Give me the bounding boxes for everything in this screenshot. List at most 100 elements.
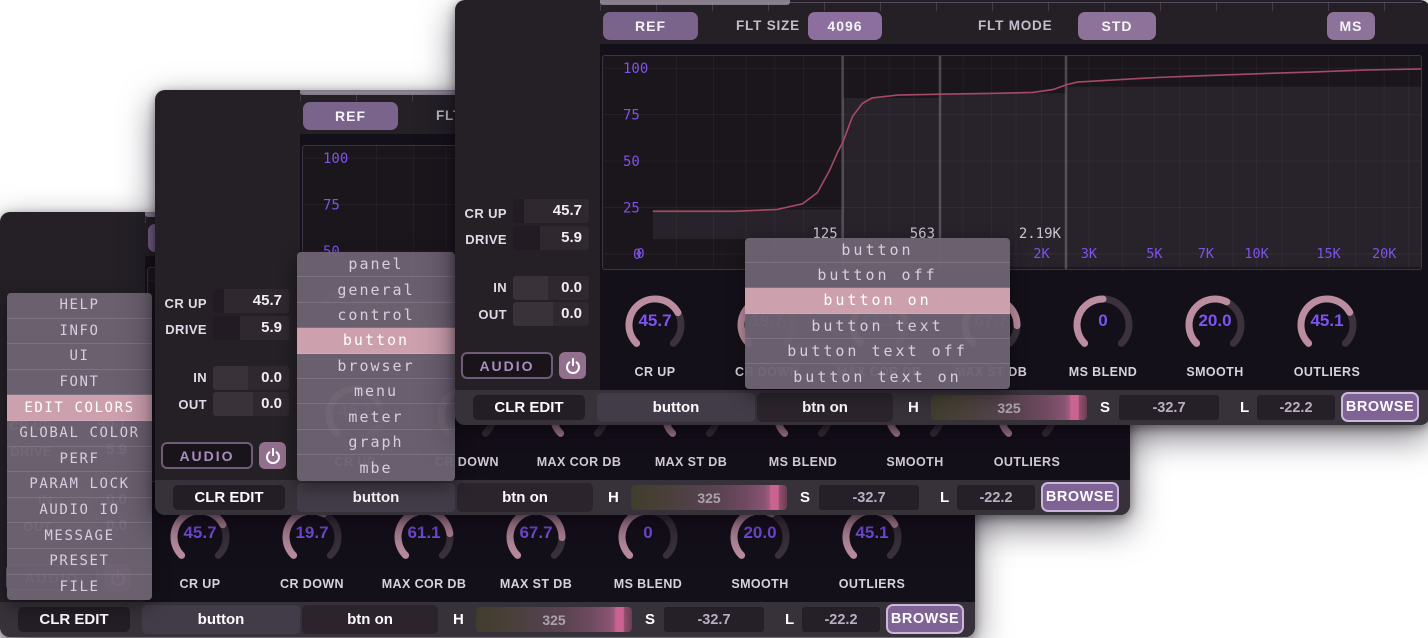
menu-item-edit-colors[interactable]: EDIT COLORS xyxy=(7,395,152,421)
browse-button[interactable]: BROWSE xyxy=(1041,482,1119,512)
menu-item-label: MESSAGE xyxy=(44,528,114,544)
menu-item-help[interactable]: HELP xyxy=(7,293,152,319)
menu-item-button-off[interactable]: button off xyxy=(745,263,1010,288)
lightness-value[interactable]: -22.2 xyxy=(802,607,880,632)
power-button[interactable] xyxy=(559,352,586,379)
knob-label: MS BLEND xyxy=(586,577,710,591)
knob-smooth[interactable]: 20.0SMOOTH xyxy=(1163,285,1267,385)
target-item-dropdown[interactable]: btn on xyxy=(457,483,593,512)
y-axis-tick: 75 xyxy=(623,108,640,124)
knob-value: 19.7 xyxy=(260,523,364,543)
power-button[interactable] xyxy=(259,442,286,469)
hue-label: H xyxy=(608,489,619,506)
menu-item-perf[interactable]: PERF xyxy=(7,447,152,473)
menu-item-control[interactable]: control xyxy=(297,303,455,328)
menu-item-label: general xyxy=(337,281,414,299)
hue-slider[interactable]: 325 xyxy=(931,395,1087,420)
ms-button[interactable]: MS xyxy=(1327,12,1375,40)
hue-slider[interactable]: 325 xyxy=(476,607,632,632)
menu-item-global-color[interactable]: GLOBAL COLOR xyxy=(7,421,152,447)
sidebar-field-value[interactable]: 0.0 xyxy=(513,302,589,326)
target-item-dropdown[interactable]: btn on xyxy=(757,393,893,422)
knob-value: 45.1 xyxy=(820,523,924,543)
audio-button[interactable]: AUDIO xyxy=(161,442,253,469)
field-number: 5.9 xyxy=(561,229,582,246)
sidebar-field-value[interactable]: 0.0 xyxy=(213,392,289,416)
menu-item-panel[interactable]: panel xyxy=(297,252,455,277)
knob-label: OUTLIERS xyxy=(810,577,934,591)
menu-item-button-text[interactable]: button text xyxy=(745,314,1010,339)
menu-item-ui[interactable]: UI xyxy=(7,344,152,370)
menu-item-message[interactable]: MESSAGE xyxy=(7,523,152,549)
lightness-value[interactable]: -22.2 xyxy=(1257,395,1335,420)
flt-mode-std-button[interactable]: STD xyxy=(1078,12,1156,40)
lightness-value[interactable]: -22.2 xyxy=(957,485,1035,510)
menu-item-font[interactable]: FONT xyxy=(7,370,152,396)
menu-item-button[interactable]: button xyxy=(745,238,1010,263)
knob-cr-up[interactable]: 45.7CR UP xyxy=(603,285,707,385)
menu-item-label: AUDIO IO xyxy=(39,502,119,518)
spectrum-graph[interactable]: 100755025002K3K5K7K10K15K20K1255632.19K xyxy=(602,55,1422,270)
flt-size-value-button[interactable]: 4096 xyxy=(808,12,882,40)
power-icon xyxy=(262,445,284,467)
drag-fill xyxy=(513,276,548,300)
clr-edit-button[interactable]: CLR EDIT xyxy=(173,485,285,510)
bottom-bar: CLR EDIT button btn on H 325 S -32.7 L -… xyxy=(155,480,1130,515)
field-number: 0.0 xyxy=(561,305,582,322)
sidebar-field-label: DRIVE xyxy=(455,232,507,247)
bottom-bar: CLR EDIT button btn on H 325 S -32.7 L -… xyxy=(0,602,975,637)
menu-item-browser[interactable]: browser xyxy=(297,354,455,379)
saturation-value[interactable]: -32.7 xyxy=(819,485,919,510)
sidebar-field-value[interactable]: 0.0 xyxy=(213,366,289,390)
sidebar-field-value[interactable]: 0.0 xyxy=(513,276,589,300)
menu-item-label: button xyxy=(343,331,409,349)
menu-item-label: graph xyxy=(348,433,403,451)
menu-item-button[interactable]: button xyxy=(297,328,455,353)
lightness-label: L xyxy=(940,489,949,506)
sidebar-field-value[interactable]: 45.7 xyxy=(213,289,289,313)
audio-button[interactable]: AUDIO xyxy=(461,352,553,379)
menu-item-menu[interactable]: menu xyxy=(297,379,455,404)
y-axis-tick: 75 xyxy=(323,198,340,214)
sidebar-field-value[interactable]: 45.7 xyxy=(513,199,589,223)
menu-item-meter[interactable]: meter xyxy=(297,404,455,429)
menu-item-file[interactable]: FILE xyxy=(7,575,152,601)
menu-item-graph[interactable]: graph xyxy=(297,430,455,455)
knob-label: MAX ST DB xyxy=(474,577,598,591)
target-item-dropdown[interactable]: btn on xyxy=(302,605,438,634)
menu-item-button-on[interactable]: button on xyxy=(745,288,1010,313)
ref-button[interactable]: REF xyxy=(603,12,698,40)
desktop: REF FLT SIZE 4096 FLT MODE STD MS 100755… xyxy=(0,0,1428,638)
x-axis-tick: 3K xyxy=(1081,246,1098,262)
menu-item-button-text-off[interactable]: button text off xyxy=(745,339,1010,364)
menu-item-label: FONT xyxy=(59,374,99,390)
field-number: 5.9 xyxy=(261,319,282,336)
clr-edit-button[interactable]: CLR EDIT xyxy=(18,607,130,632)
clr-edit-button[interactable]: CLR EDIT xyxy=(473,395,585,420)
hue-slider[interactable]: 325 xyxy=(631,485,787,510)
browse-button[interactable]: BROWSE xyxy=(1341,392,1419,422)
menu-item-preset[interactable]: PRESET xyxy=(7,549,152,575)
saturation-value[interactable]: -32.7 xyxy=(664,607,764,632)
knob-value: 20.0 xyxy=(1163,311,1267,331)
ref-button[interactable]: REF xyxy=(303,102,398,130)
menu-item-param-lock[interactable]: PARAM LOCK xyxy=(7,472,152,498)
x-axis-tick: 15K xyxy=(1316,246,1341,262)
menu-item-mbe[interactable]: mbe xyxy=(297,455,455,480)
menu-item-button-text-on[interactable]: button text on xyxy=(745,364,1010,389)
saturation-value[interactable]: -32.7 xyxy=(1119,395,1219,420)
menu-item-label: PERF xyxy=(59,451,99,467)
sidebar-field-value[interactable]: 5.9 xyxy=(213,316,289,340)
menu-item-audio-io[interactable]: AUDIO IO xyxy=(7,498,152,524)
browse-button[interactable]: BROWSE xyxy=(886,604,964,634)
scrollbar-thumb[interactable] xyxy=(600,0,790,5)
target-element-dropdown[interactable]: button xyxy=(597,393,755,422)
sidebar-field-value[interactable]: 5.9 xyxy=(513,226,589,250)
menu-item-general[interactable]: general xyxy=(297,277,455,302)
target-element-dropdown[interactable]: button xyxy=(297,483,455,512)
target-element-dropdown[interactable]: button xyxy=(142,605,300,634)
knob-ms-blend[interactable]: 0MS BLEND xyxy=(1051,285,1155,385)
knob-outliers[interactable]: 45.1OUTLIERS xyxy=(1275,285,1379,385)
knob-value: 20.0 xyxy=(708,523,812,543)
menu-item-info[interactable]: INFO xyxy=(7,319,152,345)
